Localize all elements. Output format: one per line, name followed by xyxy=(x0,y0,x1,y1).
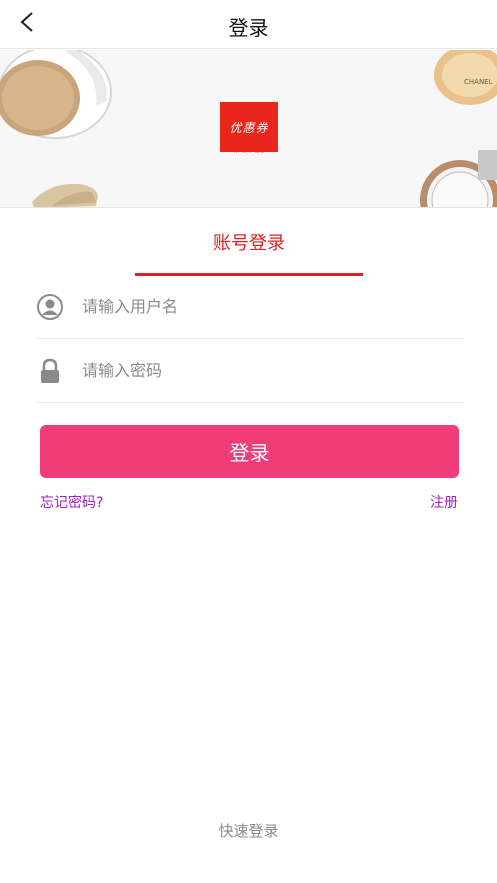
navigation-bar: 登录 xyxy=(0,0,497,49)
forgot-password-link[interactable]: 忘记密码? xyxy=(40,492,103,512)
username-field-row xyxy=(36,275,464,339)
quick-login-link[interactable]: 快速登录 xyxy=(0,820,497,841)
brand-logo: 优惠券 xyxy=(220,102,278,152)
logo-tagline: 券•返利•自营 xyxy=(233,148,265,154)
user-circle-icon xyxy=(36,293,64,321)
perfume-brand-text: CHANEL xyxy=(464,78,493,86)
tab-label: 账号登录 xyxy=(213,233,285,254)
login-button[interactable]: 登录 xyxy=(40,425,459,478)
promo-banner: CHANEL 优惠券 券•返利•自营 xyxy=(0,50,497,208)
username-input[interactable] xyxy=(82,286,422,327)
register-link[interactable]: 注册 xyxy=(430,492,458,512)
password-field-row xyxy=(36,339,464,403)
logo-text: 优惠券 xyxy=(229,120,269,135)
page-title: 登录 xyxy=(228,16,269,40)
lock-icon xyxy=(36,357,64,385)
password-input[interactable] xyxy=(82,350,422,391)
tab-account-login[interactable]: 账号登录 xyxy=(135,232,363,276)
